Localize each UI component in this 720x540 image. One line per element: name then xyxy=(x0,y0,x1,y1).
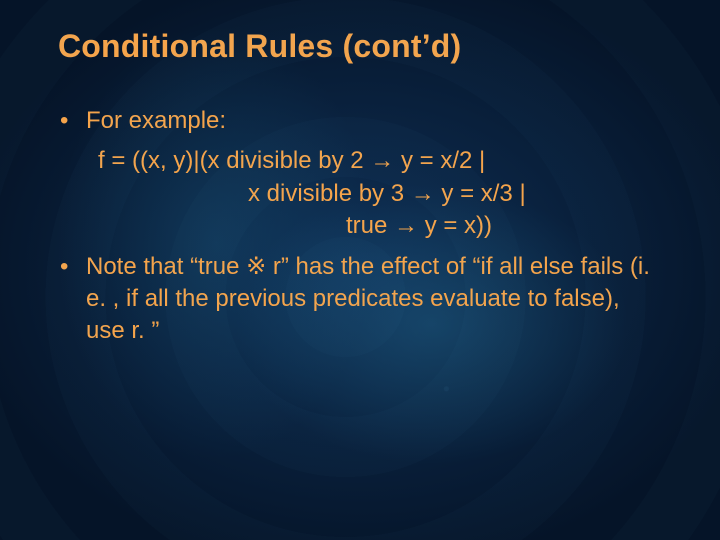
bullet-list-2: Note that “true ※ r” has the effect of “… xyxy=(58,251,662,348)
example-line-3: true → y = x)) xyxy=(98,210,662,242)
example-line-1: f = ((x, y)|(x divisible by 2 → y = x/2 … xyxy=(98,145,662,177)
slide-title: Conditional Rules (cont’d) xyxy=(58,28,662,65)
example-block: f = ((x, y)|(x divisible by 2 → y = x/2 … xyxy=(98,145,662,242)
slide: Conditional Rules (cont’d) For example: … xyxy=(0,0,720,540)
bullet-list: For example: xyxy=(58,105,662,137)
slide-content: For example: f = ((x, y)|(x divisible by… xyxy=(58,105,662,348)
bullet-item-1: For example: xyxy=(58,105,662,137)
bullet-item-2: Note that “true ※ r” has the effect of “… xyxy=(58,251,662,348)
example-line-2: x divisible by 3 → y = x/3 | xyxy=(98,178,662,210)
